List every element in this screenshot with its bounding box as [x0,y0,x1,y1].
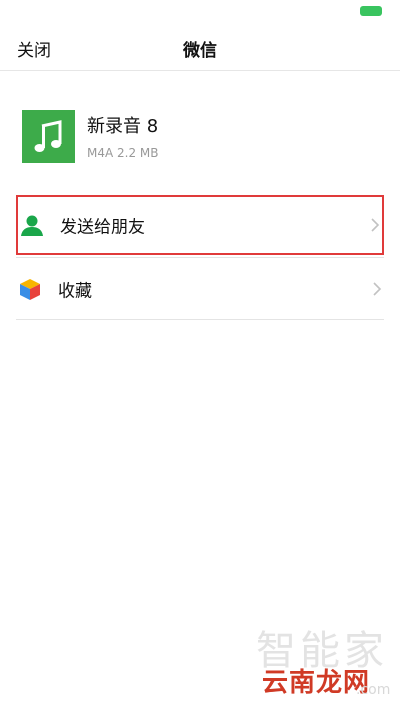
send-to-friend-label: 发送给朋友 [60,217,145,238]
watermark-domain: .com [356,682,391,698]
divider [16,319,384,320]
battery-icon [360,6,382,16]
status-bar [0,0,400,24]
watermark-logo: 云南龙网 [262,668,371,698]
chevron-right-icon [373,282,382,296]
file-meta: M4A 2.2 MB [87,146,159,160]
music-file-icon [22,110,75,163]
divider [16,257,384,258]
favorite-label: 收藏 [58,281,92,302]
navigation-bar: 关闭 微信 [0,24,400,71]
file-name: 新录音 8 [87,116,159,137]
contact-person-icon [21,215,43,236]
favorites-cube-icon [20,279,40,300]
file-preview: 新录音 8 M4A 2.2 MB [22,110,382,166]
favorite-item[interactable]: 收藏 [16,259,384,319]
send-to-friend-item[interactable]: 发送给朋友 [16,195,384,255]
chevron-right-icon [371,218,380,232]
page-title: 微信 [183,41,217,61]
